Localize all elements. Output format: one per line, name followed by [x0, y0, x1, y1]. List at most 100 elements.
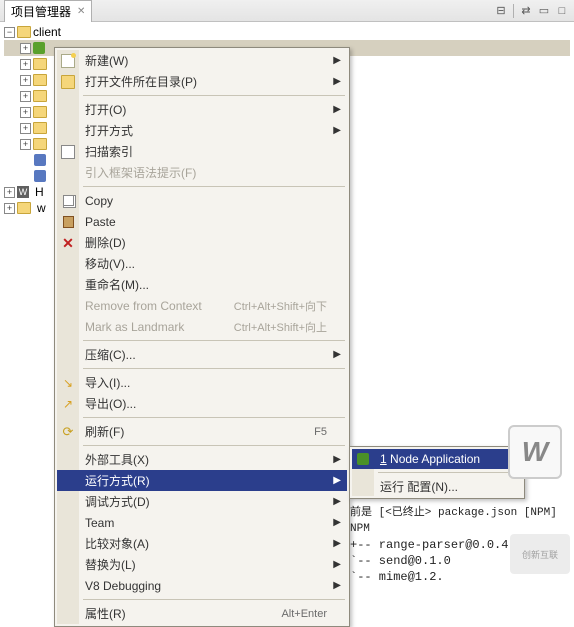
menu-separator — [378, 472, 520, 473]
menu-item[interactable]: 压缩(C)...▶ — [57, 344, 347, 365]
new-icon — [57, 54, 79, 68]
menu-separator — [83, 368, 345, 369]
menu-item[interactable]: 重命名(M)... — [57, 274, 347, 295]
view-toolbar: ⊟ ⇄ ▭ □ — [493, 3, 570, 19]
folder-icon — [57, 75, 79, 89]
menu-item-label: V8 Debugging — [79, 579, 339, 593]
menu-item-label: 运行 配置(N)... — [374, 478, 514, 495]
expand-toggle-icon[interactable]: + — [20, 139, 31, 150]
delete-icon: ✕ — [57, 236, 79, 250]
tree-node-label: client — [33, 25, 61, 39]
menu-separator — [83, 186, 345, 187]
menu-item[interactable]: 扫描索引 — [57, 141, 347, 162]
menu-item-label: 打开文件所在目录(P) — [79, 73, 339, 90]
menu-item-label: 压缩(C)... — [79, 346, 339, 363]
menu-item-label: Copy — [79, 194, 339, 208]
menu-item: Mark as LandmarkCtrl+Alt+Shift+向上 — [57, 316, 347, 337]
maximize-icon[interactable]: □ — [554, 3, 570, 19]
menu-item-label: Team — [79, 516, 339, 530]
console-header: 前是 [<已终止> package.json [NPM] NPM — [350, 505, 574, 537]
menu-item[interactable]: 1 Node Application — [352, 449, 522, 469]
menu-item[interactable]: 运行方式(R)▶ — [57, 470, 347, 491]
expand-toggle-icon[interactable]: − — [4, 27, 15, 38]
menu-item[interactable]: 替换为(L)▶ — [57, 554, 347, 575]
menu-item[interactable]: ⟳刷新(F)F5 — [57, 421, 347, 442]
project-icon — [17, 26, 31, 38]
js-file-icon — [34, 170, 46, 182]
menu-item-label: 导入(I)... — [79, 374, 339, 391]
menu-item[interactable]: 比较对象(A)▶ — [57, 533, 347, 554]
expand-toggle-icon[interactable]: + — [4, 203, 15, 214]
menu-item-label: 移动(V)... — [79, 255, 339, 272]
menu-item-label: 比较对象(A) — [79, 535, 339, 552]
menu-item-label: 新建(W) — [79, 52, 339, 69]
menu-separator — [83, 599, 345, 600]
separator — [513, 4, 514, 18]
run-as-submenu: 1 Node Application 运行 配置(N)... — [349, 446, 525, 499]
menu-item-label: 重命名(M)... — [79, 276, 339, 293]
expand-toggle-icon[interactable]: + — [20, 43, 31, 54]
collapse-all-icon[interactable]: ⊟ — [493, 3, 509, 19]
submenu-arrow-icon: ▶ — [333, 475, 341, 486]
submenu-arrow-icon: ▶ — [333, 454, 341, 465]
paste-icon — [57, 216, 79, 228]
link-editor-icon[interactable]: ⇄ — [518, 3, 534, 19]
expand-toggle-icon[interactable]: + — [20, 107, 31, 118]
expand-toggle-icon[interactable]: + — [4, 187, 15, 198]
menu-item[interactable]: ✕删除(D) — [57, 232, 347, 253]
menu-item-label: Remove from Context — [79, 299, 234, 313]
menu-separator — [83, 95, 345, 96]
submenu-arrow-icon: ▶ — [333, 55, 341, 66]
folder-icon — [33, 106, 47, 118]
expand-toggle-icon[interactable]: + — [20, 59, 31, 70]
menu-item-label: 外部工具(X) — [79, 451, 339, 468]
watermark-text: 创新互联 — [510, 534, 570, 574]
menu-item-label: 扫描索引 — [79, 143, 339, 160]
menu-item: Remove from ContextCtrl+Alt+Shift+向下 — [57, 295, 347, 316]
view-tab[interactable]: 项目管理器 ✕ — [4, 0, 92, 22]
tree-root-row[interactable]: − client — [4, 24, 570, 40]
menu-item[interactable]: 运行 配置(N)... — [352, 476, 522, 496]
menu-item[interactable]: Copy — [57, 190, 347, 211]
menu-item-label: 打开方式 — [79, 122, 339, 139]
folder-icon — [17, 202, 31, 214]
menu-separator — [83, 417, 345, 418]
menu-separator — [83, 445, 345, 446]
node-icon — [352, 453, 374, 465]
menu-item-label: 删除(D) — [79, 234, 339, 251]
expand-toggle-icon[interactable]: + — [20, 91, 31, 102]
menu-item: 引入框架语法提示(F) — [57, 162, 347, 183]
menu-item[interactable]: 调试方式(D)▶ — [57, 491, 347, 512]
close-icon[interactable]: ✕ — [77, 6, 85, 17]
folder-icon — [33, 122, 47, 134]
submenu-arrow-icon: ▶ — [333, 559, 341, 570]
menu-item[interactable]: ↗导出(O)... — [57, 393, 347, 414]
menu-item[interactable]: ↘导入(I)... — [57, 372, 347, 393]
folder-icon — [33, 58, 47, 70]
menu-item[interactable]: 打开文件所在目录(P)▶ — [57, 71, 347, 92]
menu-item[interactable]: 新建(W)▶ — [57, 50, 347, 71]
menu-item[interactable]: Team▶ — [57, 512, 347, 533]
view-header: 项目管理器 ✕ ⊟ ⇄ ▭ □ — [0, 0, 574, 22]
expand-toggle-icon[interactable]: + — [20, 123, 31, 134]
menu-item[interactable]: 外部工具(X)▶ — [57, 449, 347, 470]
menu-item-label: 1 Node Application — [374, 452, 514, 466]
menu-item-label: 打开(O) — [79, 101, 339, 118]
menu-item-label: 调试方式(D) — [79, 493, 339, 510]
node-folder-icon — [33, 42, 45, 54]
menu-item[interactable]: 移动(V)... — [57, 253, 347, 274]
menu-separator — [83, 340, 345, 341]
menu-item[interactable]: V8 Debugging▶ — [57, 575, 347, 596]
minimize-icon[interactable]: ▭ — [536, 3, 552, 19]
expand-toggle-icon[interactable]: + — [20, 75, 31, 86]
context-menu: 新建(W)▶打开文件所在目录(P)▶打开(O)▶打开方式▶扫描索引引入框架语法提… — [54, 47, 350, 627]
submenu-arrow-icon: ▶ — [333, 538, 341, 549]
export-icon: ↗ — [57, 397, 79, 411]
menu-item-accelerator: Ctrl+Alt+Shift+向下 — [234, 298, 339, 314]
copy-icon — [57, 195, 79, 206]
menu-item[interactable]: 属性(R)Alt+Enter — [57, 603, 347, 624]
menu-item[interactable]: Paste — [57, 211, 347, 232]
submenu-arrow-icon: ▶ — [333, 349, 341, 360]
menu-item[interactable]: 打开方式▶ — [57, 120, 347, 141]
menu-item[interactable]: 打开(O)▶ — [57, 99, 347, 120]
